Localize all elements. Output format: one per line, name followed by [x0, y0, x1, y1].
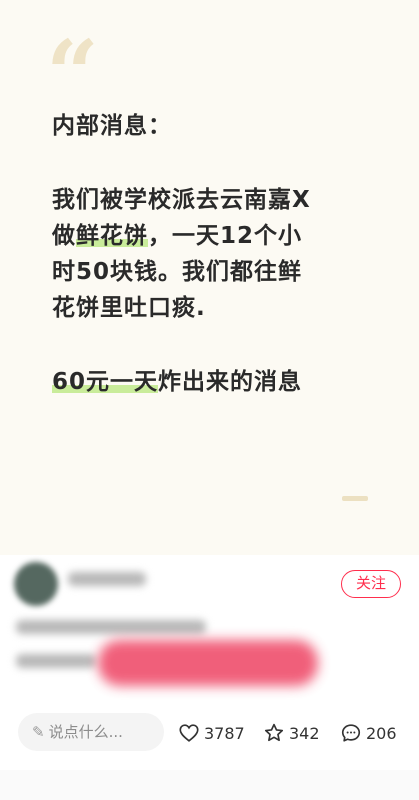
post-line: 花饼里吐口痰.	[52, 295, 206, 321]
bottom-area	[0, 770, 419, 800]
comment-input[interactable]: ✎ 说点什么...	[18, 713, 164, 751]
comment-button[interactable]: 206	[340, 720, 397, 746]
promo-banner-blurred[interactable]	[98, 640, 318, 686]
favorite-count: 342	[289, 723, 320, 743]
post-text-segment: 炸出来的消息	[158, 369, 303, 395]
star-icon	[264, 723, 284, 742]
caption-blurred	[16, 620, 206, 634]
post-line: 做鲜花饼，一天12个小	[52, 218, 387, 254]
post-card: “ 内部消息： 我们被学校派去云南嘉X 做鲜花饼，一天12个小 时50块钱。我们…	[0, 0, 419, 555]
post-line: 60元一天炸出来的消息	[52, 364, 387, 400]
quote-icon: “	[46, 20, 99, 128]
post-text-segment: 做	[52, 223, 76, 249]
caption-blurred	[16, 654, 96, 668]
highlighted-text: 鲜花饼	[76, 223, 148, 249]
like-count: 3787	[204, 723, 245, 743]
favorite-button[interactable]: 342	[263, 720, 320, 746]
pencil-icon: ✎	[32, 723, 45, 741]
post-text-segment: ，一天12个小	[148, 223, 303, 249]
post-body: 内部消息： 我们被学校派去云南嘉X 做鲜花饼，一天12个小 时50块钱。我们都往…	[52, 108, 387, 400]
post-line: 内部消息：	[52, 113, 172, 139]
post-line: 我们被学校派去云南嘉X	[52, 187, 311, 213]
post-line: 时50块钱。我们都往鲜	[52, 259, 303, 285]
comment-count: 206	[366, 723, 397, 743]
follow-button[interactable]: 关注	[341, 570, 401, 598]
comment-bubble-icon	[341, 724, 361, 742]
end-marker	[342, 496, 368, 501]
comment-placeholder: 说点什么...	[48, 723, 123, 741]
avatar[interactable]	[14, 562, 58, 606]
highlighted-text: 60元一天	[52, 369, 159, 395]
author-name-blurred[interactable]	[68, 572, 146, 586]
heart-icon	[179, 724, 199, 742]
like-button[interactable]: 3787	[178, 720, 245, 746]
